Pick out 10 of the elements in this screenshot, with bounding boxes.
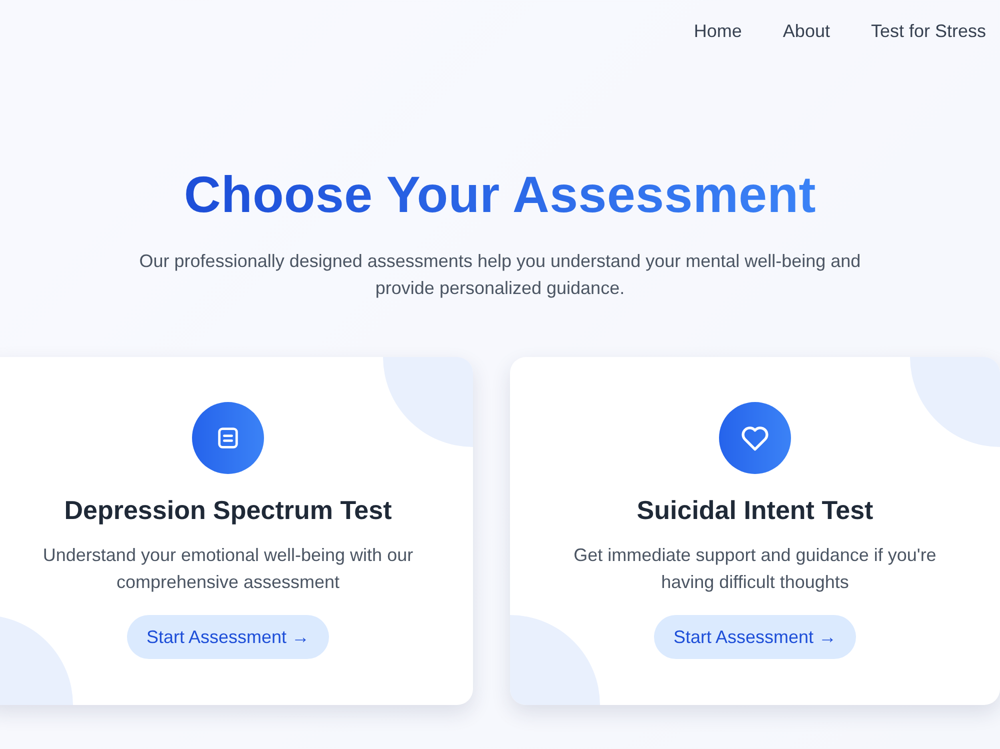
start-assessment-button[interactable]: Start Assessment → xyxy=(127,615,329,659)
card-title: Suicidal Intent Test xyxy=(636,494,874,526)
card-description: Get immediate support and guidance if you're having difficult thoughts xyxy=(572,544,938,594)
nav-link[interactable]: Test for Stress xyxy=(870,20,986,42)
nav-link[interactable]: About xyxy=(782,20,830,42)
page-subtitle: Our professionally designed assessments help you understand your mental well-being and provide personalized guidance. xyxy=(138,250,862,300)
start-assessment-button[interactable]: Start Assessment → xyxy=(654,615,856,659)
card-title: Depression Spectrum Test xyxy=(64,494,392,526)
nav-link[interactable]: Home xyxy=(694,20,742,42)
card-description: Understand your emotional well-being with our comprehensive assessment xyxy=(42,544,414,594)
